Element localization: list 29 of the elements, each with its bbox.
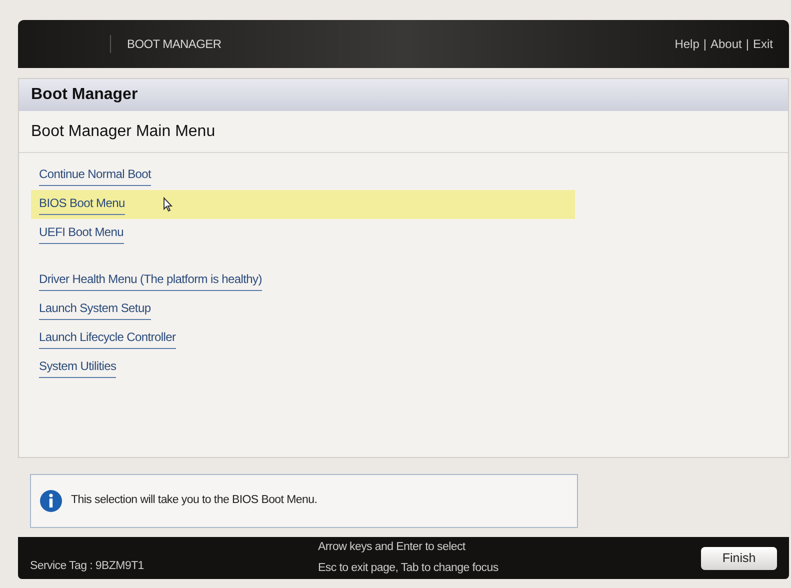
menu-link[interactable]: BIOS Boot Menu [39, 194, 125, 215]
menu-row[interactable]: System Utilities [31, 353, 575, 382]
link-separator: | [703, 36, 706, 53]
link-separator: | [746, 36, 749, 53]
menu-row[interactable]: Continue Normal Boot [31, 161, 575, 190]
service-tag: Service Tag : 9BZM9T1 [30, 558, 318, 575]
menu-row[interactable]: Driver Health Menu (The platform is healthy) [31, 266, 575, 295]
menu-link[interactable]: Driver Health Menu (The platform is healthy) [39, 270, 262, 291]
page-title: Boot Manager [31, 85, 138, 105]
menu-link[interactable]: Continue Normal Boot [39, 165, 152, 186]
finish-button[interactable]: Finish [701, 546, 777, 570]
menu-link[interactable]: Launch System Setup [39, 299, 151, 320]
header-link[interactable]: About [710, 35, 742, 53]
key-hint: Esc to exit page, Tab to change focus [318, 561, 498, 576]
menu-link[interactable]: UEFI Boot Menu [39, 223, 124, 244]
help-message: This selection will take you to the BIOS Boot Menu. [71, 493, 318, 508]
header-link[interactable]: Help [674, 35, 700, 53]
info-icon [39, 489, 63, 513]
header-link[interactable]: Exit [752, 35, 773, 53]
header-title: BOOT MANAGER [127, 36, 222, 53]
key-hint: Arrow keys and Enter to select [318, 540, 466, 555]
menu-row[interactable]: Launch Lifecycle Controller [31, 324, 575, 353]
menu-link[interactable]: Launch Lifecycle Controller [39, 328, 176, 349]
mouse-pointer-icon [162, 197, 173, 212]
menu-heading: Boot Manager Main Menu [31, 122, 216, 142]
menu-row[interactable]: UEFI Boot Menu [31, 219, 575, 248]
menu-row[interactable]: Launch System Setup [31, 295, 575, 324]
menu-row[interactable]: BIOS Boot Menu [31, 190, 575, 219]
menu-link[interactable]: System Utilities [39, 357, 116, 378]
